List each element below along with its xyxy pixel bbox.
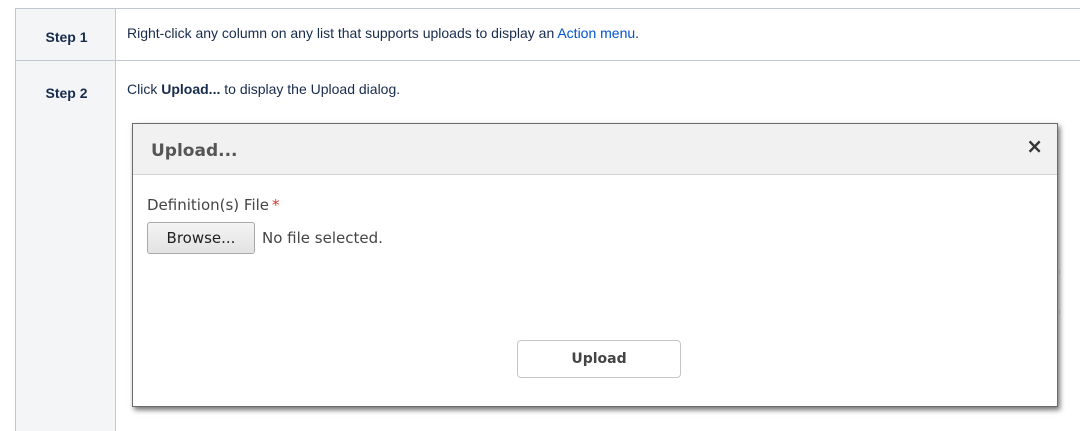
step-label: Step 1 bbox=[45, 29, 88, 45]
edge-mark bbox=[1059, 270, 1060, 274]
step-label-cell: Step 1 bbox=[15, 8, 116, 61]
definition-file-label: Definition(s) File * bbox=[147, 196, 280, 214]
field-label-text: Definition(s) File bbox=[147, 196, 270, 214]
upload-dialog: Upload... × Definition(s) File * Browse..… bbox=[132, 123, 1060, 407]
step-instruction: Click Upload... to display the Upload di… bbox=[127, 81, 400, 97]
upload-button[interactable]: Upload bbox=[517, 340, 681, 378]
close-icon[interactable]: × bbox=[1026, 136, 1043, 156]
required-marker: * bbox=[272, 196, 280, 214]
instruction-text: to display the Upload dialog. bbox=[220, 81, 401, 97]
instruction-text: Right-click any column on any list that … bbox=[127, 25, 558, 41]
step-label: Step 2 bbox=[45, 85, 88, 101]
file-status-text: No file selected. bbox=[262, 229, 383, 247]
dialog-header: Upload... × bbox=[133, 124, 1057, 175]
step-instruction: Right-click any column on any list that … bbox=[127, 25, 639, 41]
step-label-cell: Step 2 bbox=[15, 60, 116, 431]
instruction-text: . bbox=[635, 25, 640, 41]
action-menu-link[interactable]: Action menu bbox=[557, 25, 635, 41]
instruction-text: Click bbox=[127, 81, 162, 97]
instruction-bold-term: Upload... bbox=[161, 81, 221, 97]
edge-mark bbox=[1059, 310, 1060, 314]
step-content-cell: Right-click any column on any list that … bbox=[115, 8, 1080, 61]
step-row-1: Step 1 Right-click any column on any lis… bbox=[15, 8, 1080, 61]
dialog-title: Upload... bbox=[151, 141, 238, 161]
browse-button[interactable]: Browse... bbox=[147, 222, 255, 254]
